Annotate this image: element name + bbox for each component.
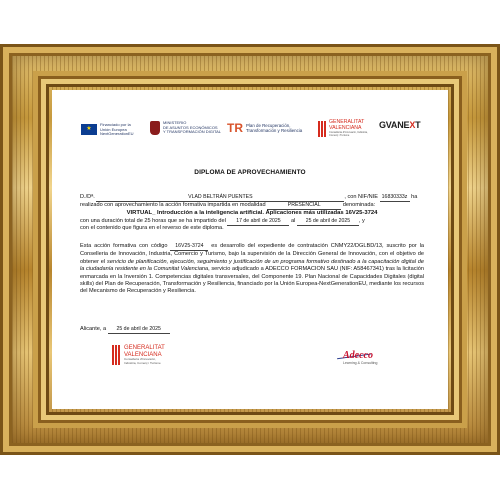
recipient-prefix: D./Dª. — [80, 194, 95, 200]
diploma-title: DIPLOMA DE APROVECHAMIENTO — [194, 169, 306, 176]
gvanext-part-a: GVANE — [379, 120, 410, 130]
adecco-wordmark: Adecco — [343, 350, 373, 361]
header-logos: ★ Financiado por la Unión Europea NextGe… — [52, 119, 448, 142]
generalitat-logo: GENERALITAT VALENCIANA Conselleria d'Inn… — [318, 119, 371, 138]
start-date: 17 de abril de 2025 — [236, 218, 281, 224]
plan-line-2: Transformación y Resiliencia — [246, 128, 303, 133]
end-date: 25 de abril de 2025 — [305, 218, 351, 224]
ministerio-logo: MINISTERIO DE ASUNTOS ECONÓMICOS Y TRANS… — [150, 121, 221, 135]
footer-gva-line-1: GENERALITAT — [124, 345, 165, 351]
eu-funding-logo: ★ Financiado por la Unión Europea NextGe… — [81, 122, 138, 137]
plan-recuperacion-logo: TR Plan de Recuperación, Transformación … — [227, 122, 302, 134]
ministerio-line-3: Y TRANSFORMACIÓN DIGITAL — [163, 129, 222, 135]
gva-line-3: Conselleria d'Innovació, Indústria, Come… — [329, 131, 368, 138]
course-code: 16V25-3724 — [175, 243, 204, 249]
spain-seal-icon — [150, 121, 160, 135]
footer-senyera-icon — [112, 345, 121, 365]
tr-logo-icon: TR — [227, 121, 243, 135]
issue-date: 25 de abril de 2025 — [107, 326, 170, 334]
nif-suffix: ha — [411, 194, 418, 200]
nif-field: 16830333z — [379, 194, 410, 202]
modality-text: realizado con aprovechamiento la acción … — [80, 202, 266, 208]
legal-paragraph: Esta acción formativa con código 16V25-3… — [80, 243, 424, 296]
footer-generalitat-logo: GENERALITAT VALENCIANA Conselleria d'Inn… — [112, 345, 165, 365]
modality-line: realizado con aprovechamiento la acción … — [80, 202, 424, 210]
course-name: VIRTUAL_ Introducción a la inteligencia … — [126, 210, 378, 216]
recipient-field: VLAD BELTRÁN PUENTES — [96, 194, 345, 202]
eu-logo-subtext: NextGenerationEU — [100, 131, 134, 136]
recipient-line: D./Dª. VLAD BELTRÁN PUENTES , con NIF/NIE… — [80, 194, 424, 202]
diploma-document: ★ Financiado por la Unión Europea NextGe… — [52, 90, 448, 409]
gvanext-part-c: T — [415, 120, 421, 130]
code-field: 16V25-3724 — [170, 243, 209, 252]
nif-value: 16830333z — [381, 194, 408, 200]
place-date-line: Alicante, a 25 de abril de 2025 — [80, 326, 424, 334]
gvanext-logo: GVANE X T — [379, 120, 421, 130]
footer-gva-line-4: Indústria, Comerç i Turisme — [124, 360, 161, 365]
duration-al: al — [290, 218, 296, 224]
modality-field: PRESENCIAL — [267, 202, 342, 210]
senyera-icon — [318, 120, 326, 137]
modality-value: PRESENCIAL — [287, 202, 321, 208]
eu-flag-icon: ★ — [81, 124, 97, 136]
adecco-subtitle: Learning & Consulting — [343, 361, 378, 365]
place-label: Alicante, a — [80, 326, 107, 332]
adecco-logo: Adecco Learning & Consulting — [343, 350, 377, 365]
modality-suffix: denominada: — [342, 202, 376, 208]
recipient-name: VLAD BELTRÁN PUENTES — [188, 194, 253, 200]
duration-suffix: , y — [358, 218, 365, 224]
content-line: con el contenido que figura en el revers… — [80, 225, 224, 231]
nif-label: , con NIF/NIE — [344, 194, 378, 200]
paragraph-part-a: Esta acción formativa con código — [80, 243, 168, 249]
duration-text: con una duración total de 25 horas que s… — [80, 218, 226, 224]
